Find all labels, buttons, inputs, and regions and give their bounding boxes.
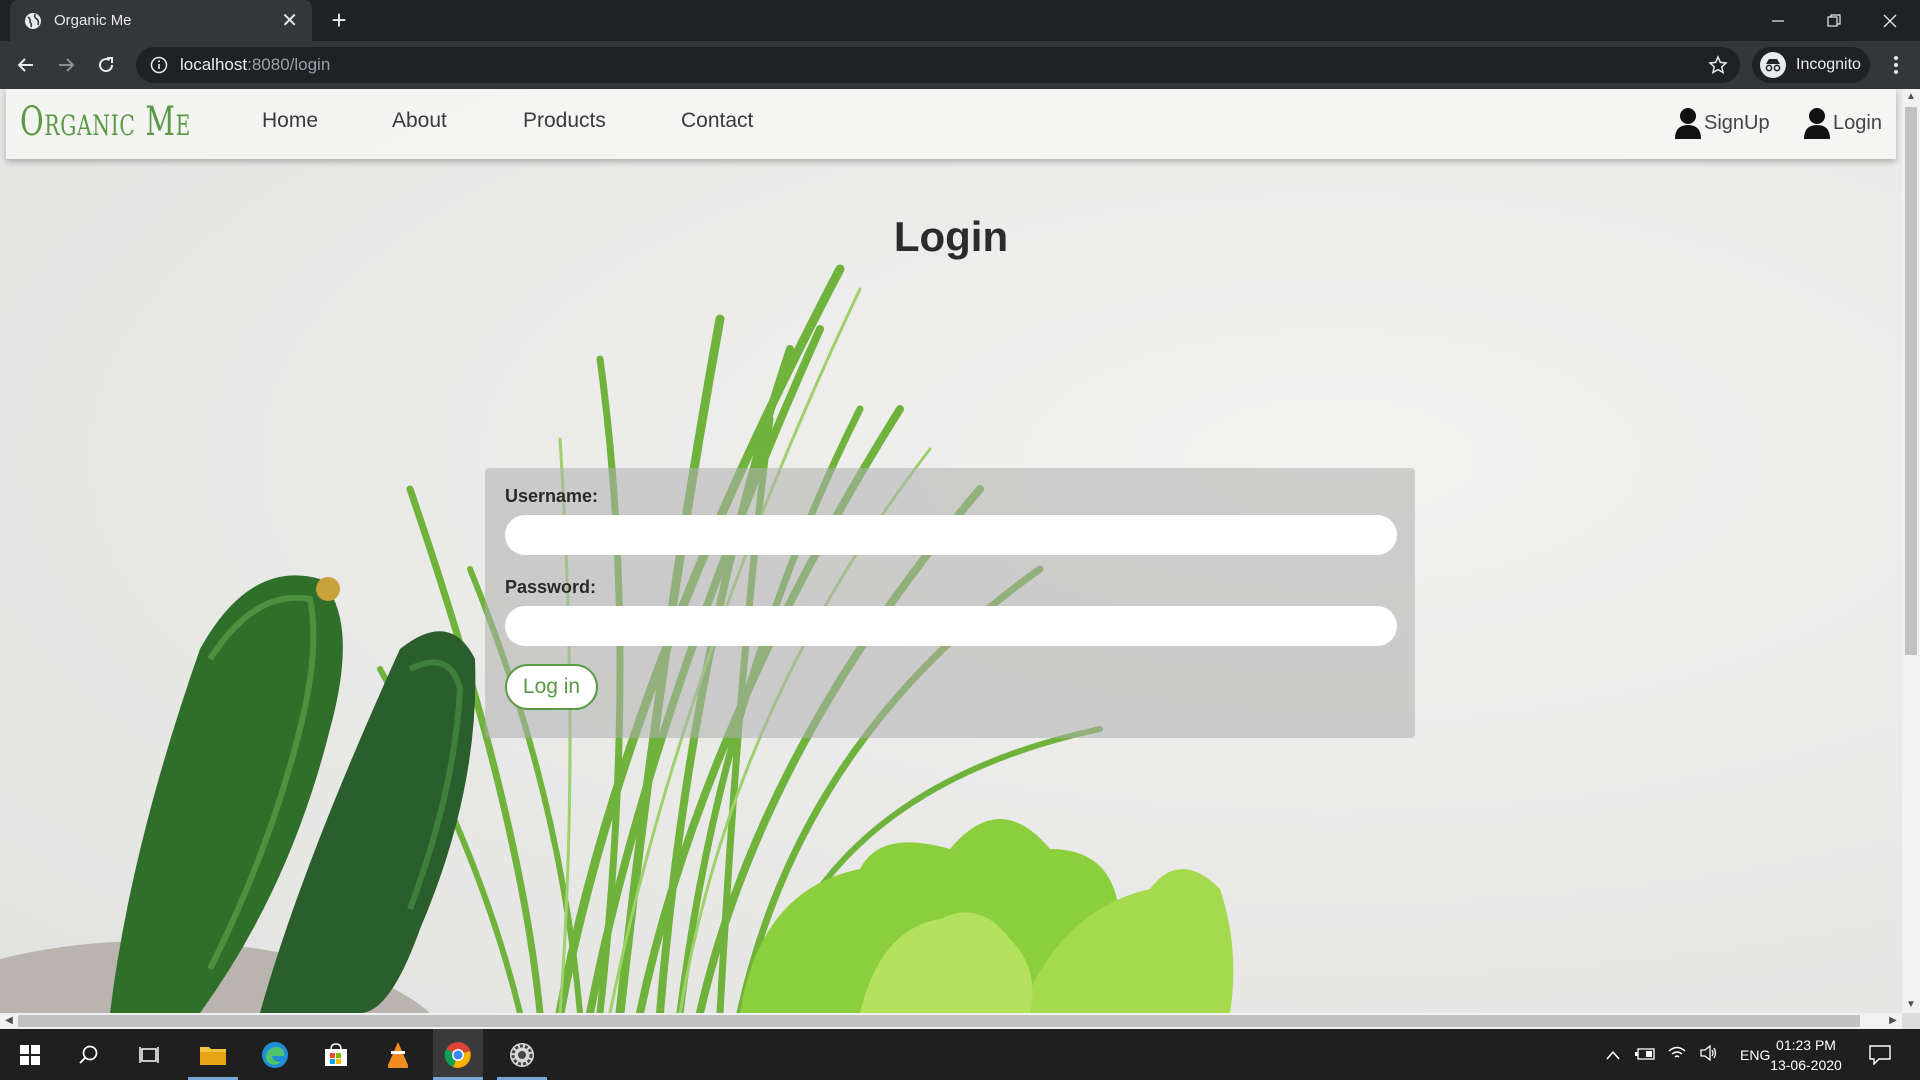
search-icon[interactable] xyxy=(64,1029,114,1080)
restore-icon[interactable] xyxy=(1806,0,1862,41)
brand-logo[interactable]: Organic Me xyxy=(20,99,191,145)
clock-time: 01:23 PM xyxy=(1776,1037,1836,1053)
tab-close-icon[interactable]: ✕ xyxy=(281,8,298,33)
nav-about-link[interactable]: About xyxy=(392,109,447,133)
signup-link[interactable]: SignUp xyxy=(1674,107,1770,139)
notifications-icon[interactable] xyxy=(1855,1029,1905,1080)
battery-icon[interactable] xyxy=(1630,1047,1660,1063)
username-label: Username: xyxy=(505,486,599,506)
minimize-icon[interactable] xyxy=(1750,0,1806,41)
login-form: Username: Password: Log in xyxy=(485,468,1415,738)
more-menu-icon[interactable] xyxy=(1880,49,1912,81)
address-bar[interactable]: localhost:8080/login xyxy=(136,47,1740,83)
windows-taskbar: ENG 01:23 PM 13-06-2020 xyxy=(0,1029,1920,1080)
forward-icon[interactable] xyxy=(50,49,82,81)
tab-title: Organic Me xyxy=(54,12,132,29)
login-submit-button[interactable]: Log in xyxy=(505,664,598,710)
browser-tab-bar: Organic Me ✕ + xyxy=(0,0,1920,41)
vertical-scrollbar[interactable]: ▲ ▼ xyxy=(1902,89,1920,1013)
scroll-right-icon[interactable]: ▶ xyxy=(1884,1013,1902,1029)
site-info-icon[interactable] xyxy=(150,56,168,74)
user-icon xyxy=(1804,108,1830,139)
incognito-icon xyxy=(1760,52,1786,78)
page-title: Login xyxy=(893,213,1009,260)
language-indicator[interactable]: ENG xyxy=(1740,1047,1770,1063)
incognito-label: Incognito xyxy=(1796,56,1861,73)
url-path: :8080/login xyxy=(247,55,331,74)
vlc-icon[interactable] xyxy=(373,1029,423,1080)
chevron-up-icon[interactable] xyxy=(1600,1047,1626,1063)
edge-browser-icon[interactable] xyxy=(250,1029,300,1080)
vertical-scroll-thumb[interactable] xyxy=(1905,107,1917,655)
settings-gear-icon[interactable] xyxy=(497,1029,547,1080)
scrollbar-corner xyxy=(1902,1013,1920,1029)
close-window-icon[interactable] xyxy=(1862,0,1918,41)
windows-start-icon[interactable] xyxy=(5,1029,55,1080)
login-link[interactable]: Login xyxy=(1803,107,1882,139)
user-icon xyxy=(1675,108,1701,139)
browser-toolbar: localhost:8080/login Incognito xyxy=(0,41,1920,89)
chrome-icon[interactable] xyxy=(433,1029,483,1080)
nav-contact-link[interactable]: Contact xyxy=(681,109,753,133)
scroll-down-icon[interactable]: ▼ xyxy=(1902,997,1920,1013)
page-viewport: Organic Me Home About Products Contact S… xyxy=(0,89,1902,1013)
horizontal-scrollbar[interactable]: ◀ ▶ xyxy=(0,1013,1902,1029)
incognito-profile-button[interactable]: Incognito xyxy=(1752,47,1870,83)
store-icon[interactable] xyxy=(311,1029,361,1080)
bookmark-star-icon[interactable] xyxy=(1708,55,1728,75)
task-view-icon[interactable] xyxy=(124,1029,174,1080)
nav-products-link[interactable]: Products xyxy=(523,109,606,133)
horizontal-scroll-thumb[interactable] xyxy=(18,1015,1860,1027)
volume-icon[interactable] xyxy=(1694,1044,1724,1064)
taskbar-clock[interactable]: 01:23 PM 13-06-2020 xyxy=(1768,1035,1844,1075)
reload-icon[interactable] xyxy=(90,49,122,81)
globe-icon xyxy=(25,12,41,29)
file-explorer-icon[interactable] xyxy=(188,1029,238,1080)
clock-date: 13-06-2020 xyxy=(1770,1057,1842,1073)
password-input[interactable] xyxy=(505,606,1397,646)
username-input[interactable] xyxy=(505,515,1397,555)
wifi-icon[interactable] xyxy=(1662,1045,1692,1064)
site-navbar: Organic Me Home About Products Contact S… xyxy=(6,89,1896,159)
back-icon[interactable] xyxy=(10,49,42,81)
login-label: Login xyxy=(1833,111,1882,134)
url-host: localhost xyxy=(180,55,248,74)
scroll-up-icon[interactable]: ▲ xyxy=(1902,89,1920,105)
password-label: Password: xyxy=(505,577,597,597)
nav-home-link[interactable]: Home xyxy=(262,109,318,133)
scroll-left-icon[interactable]: ◀ xyxy=(0,1013,18,1029)
signup-label: SignUp xyxy=(1704,111,1770,134)
system-tray: ENG xyxy=(1600,1029,1770,1080)
browser-tab[interactable]: Organic Me ✕ xyxy=(10,0,312,41)
new-tab-button[interactable]: + xyxy=(324,6,354,36)
